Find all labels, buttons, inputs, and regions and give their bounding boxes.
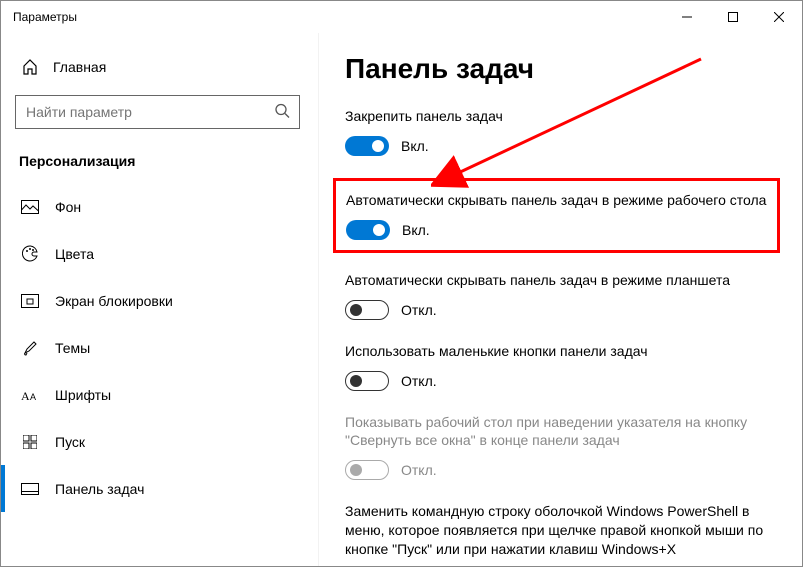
sidebar-item-fonts[interactable]: AA Шрифты	[1, 371, 318, 418]
picture-icon	[21, 200, 39, 214]
main-panel: Панель задач Закрепить панель задач Вкл.…	[319, 33, 802, 566]
setting-lock-taskbar: Закрепить панель задач Вкл.	[345, 107, 780, 156]
brush-icon	[21, 340, 39, 356]
sidebar-item-start[interactable]: Пуск	[1, 418, 318, 465]
sidebar-item-label: Шрифты	[55, 387, 111, 403]
svg-text:A: A	[30, 392, 36, 402]
sidebar-item-label: Панель задач	[55, 481, 144, 497]
sidebar: Главная Персонализация Фон Цве	[1, 33, 319, 566]
sidebar-item-colors[interactable]: Цвета	[1, 230, 318, 277]
toggle-autohide-desktop[interactable]	[346, 220, 390, 240]
setting-label: Заменить командную строку оболочкой Wind…	[345, 502, 780, 559]
sidebar-item-lockscreen[interactable]: Экран блокировки	[1, 277, 318, 324]
setting-small-buttons: Использовать маленькие кнопки панели зад…	[345, 342, 780, 391]
toggle-lock-taskbar[interactable]	[345, 136, 389, 156]
category-title: Персонализация	[1, 137, 318, 183]
minimize-button[interactable]	[664, 1, 710, 33]
search-icon	[274, 103, 290, 122]
maximize-button[interactable]	[710, 1, 756, 33]
minimize-icon	[682, 12, 692, 22]
toggle-autohide-tablet[interactable]	[345, 300, 389, 320]
search-input[interactable]	[15, 95, 300, 129]
titlebar: Параметры	[1, 1, 802, 33]
close-button[interactable]	[756, 1, 802, 33]
toggle-state: Откл.	[401, 302, 437, 318]
sidebar-item-taskbar[interactable]: Панель задач	[1, 465, 318, 512]
toggle-state: Вкл.	[402, 222, 430, 238]
maximize-icon	[728, 12, 738, 22]
font-icon: AA	[21, 388, 39, 402]
sidebar-item-label: Экран блокировки	[55, 293, 173, 309]
palette-icon	[21, 245, 39, 262]
setting-powershell: Заменить командную строку оболочкой Wind…	[345, 502, 780, 566]
lockscreen-icon	[21, 294, 39, 308]
sidebar-item-label: Пуск	[55, 434, 85, 450]
setting-autohide-desktop: Автоматически скрывать панель задач в ре…	[346, 191, 767, 240]
close-icon	[774, 12, 784, 22]
toggle-small-buttons[interactable]	[345, 371, 389, 391]
home-icon	[21, 59, 39, 75]
svg-text:A: A	[21, 389, 30, 402]
highlighted-setting: Автоматически скрывать панель задач в ре…	[333, 178, 780, 253]
setting-peek-desktop: Показывать рабочий стол при наведении ук…	[345, 413, 780, 481]
start-icon	[21, 435, 39, 449]
sidebar-item-themes[interactable]: Темы	[1, 324, 318, 371]
setting-label: Автоматически скрывать панель задач в ре…	[345, 271, 780, 290]
taskbar-icon	[21, 483, 39, 495]
sidebar-item-background[interactable]: Фон	[1, 183, 318, 230]
setting-label: Использовать маленькие кнопки панели зад…	[345, 342, 780, 361]
toggle-state: Откл.	[401, 462, 437, 478]
home-label: Главная	[53, 59, 106, 75]
toggle-state: Откл.	[401, 373, 437, 389]
home-nav[interactable]: Главная	[1, 51, 318, 83]
sidebar-item-label: Темы	[55, 340, 90, 356]
page-title: Панель задач	[345, 53, 780, 85]
window-title: Параметры	[13, 10, 77, 24]
toggle-peek-desktop	[345, 460, 389, 480]
setting-label: Автоматически скрывать панель задач в ре…	[346, 191, 767, 210]
toggle-state: Вкл.	[401, 138, 429, 154]
sidebar-item-label: Цвета	[55, 246, 94, 262]
sidebar-item-label: Фон	[55, 199, 81, 215]
setting-label: Показывать рабочий стол при наведении ук…	[345, 413, 780, 451]
search-box[interactable]	[15, 95, 300, 129]
setting-autohide-tablet: Автоматически скрывать панель задач в ре…	[345, 271, 780, 320]
setting-label: Закрепить панель задач	[345, 107, 780, 126]
